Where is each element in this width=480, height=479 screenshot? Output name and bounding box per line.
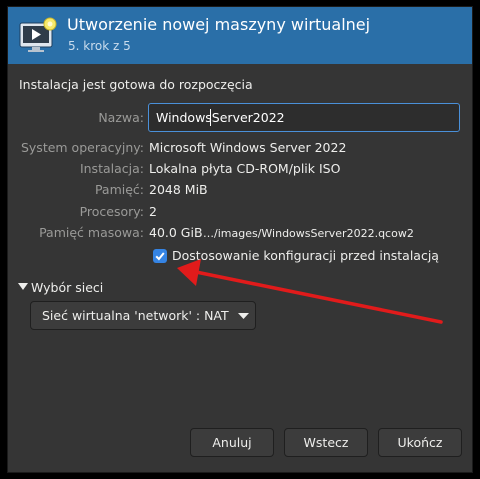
- red-annotation-arrow: [177, 259, 443, 324]
